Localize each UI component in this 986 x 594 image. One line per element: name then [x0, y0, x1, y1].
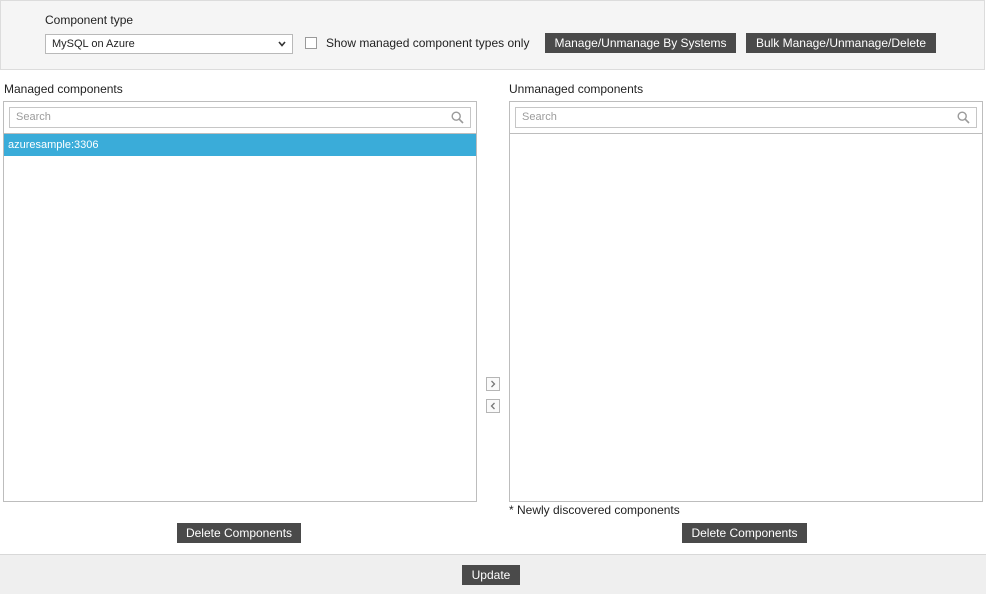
managed-components-label: Managed components	[4, 82, 123, 96]
search-icon	[957, 111, 970, 124]
list-divider	[510, 133, 982, 134]
component-type-select[interactable]: MySQL on Azure	[45, 34, 293, 54]
chevron-left-icon	[490, 402, 495, 410]
chevron-down-icon	[278, 41, 286, 47]
list-item-selected[interactable]: azuresample:3306	[4, 134, 476, 156]
managed-delete-components-button[interactable]: Delete Components	[177, 523, 301, 543]
unmanaged-components-list: Search	[509, 101, 983, 502]
move-to-managed-button[interactable]	[486, 399, 500, 413]
newly-discovered-note: * Newly discovered components	[509, 503, 680, 517]
unmanaged-delete-components-button[interactable]: Delete Components	[682, 523, 807, 543]
unmanaged-search-placeholder: Search	[522, 111, 557, 123]
manage-by-systems-button[interactable]: Manage/Unmanage By Systems	[545, 33, 736, 53]
bulk-manage-button[interactable]: Bulk Manage/Unmanage/Delete	[746, 33, 936, 53]
chevron-right-icon	[491, 380, 496, 388]
show-managed-checkbox[interactable]	[305, 37, 317, 49]
component-type-value: MySQL on Azure	[52, 38, 135, 50]
search-icon	[451, 111, 464, 124]
show-managed-label: Show managed component types only	[326, 36, 530, 50]
managed-search-input[interactable]: Search	[9, 107, 471, 128]
managed-components-list: Search azuresample:3306	[3, 101, 477, 502]
unmanaged-search-input[interactable]: Search	[515, 107, 977, 128]
update-button[interactable]: Update	[462, 565, 520, 585]
move-to-unmanaged-button[interactable]	[486, 377, 500, 391]
unmanaged-components-label: Unmanaged components	[509, 82, 644, 96]
managed-search-placeholder: Search	[16, 111, 51, 123]
component-type-label: Component type	[45, 13, 134, 27]
footer-bar: Update	[0, 554, 986, 594]
filter-panel: Component type MySQL on Azure Show manag…	[0, 0, 985, 70]
